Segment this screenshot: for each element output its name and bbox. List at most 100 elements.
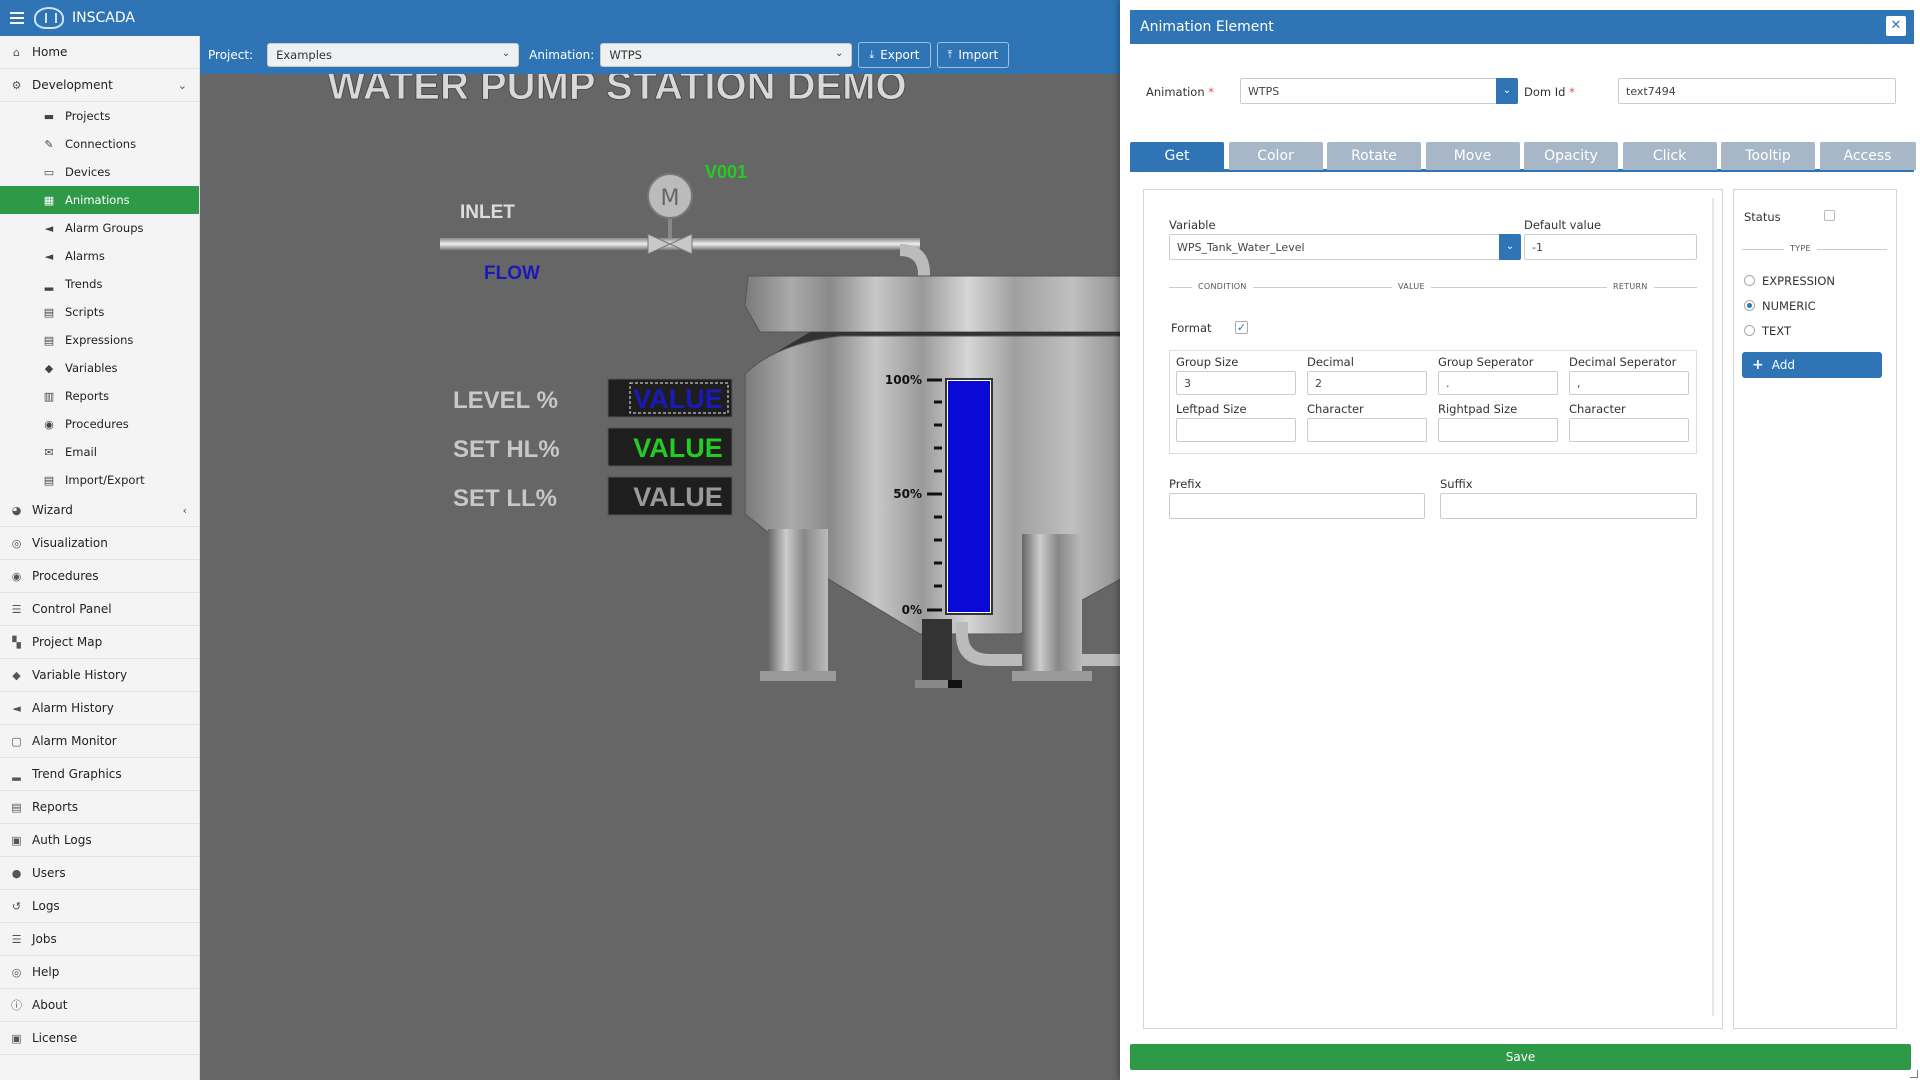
sidebar-item-home[interactable]: ⌂ Home [0, 36, 199, 69]
tags-icon: ◆ [12, 668, 21, 682]
domid-input[interactable]: text7494 [1618, 78, 1896, 104]
sidebar-item-alarms[interactable]: ◄ Alarms [0, 242, 199, 270]
sidebar-item-label: Alarm Monitor [32, 734, 117, 748]
gauge-label-100: 100% [885, 373, 922, 387]
tab-move[interactable]: Move [1425, 142, 1520, 170]
sidebar-item-users[interactable]: ● Users [0, 857, 199, 890]
sidebar-item-variable-history[interactable]: ◆ Variable History [0, 659, 199, 692]
project-select[interactable]: Examples ⌄ [267, 43, 520, 67]
sidebar-item-project-map[interactable]: ▚ Project Map [0, 626, 199, 659]
sidebar-item-scripts[interactable]: ▤ Scripts [0, 298, 199, 326]
chevron-left-icon[interactable]: ‹ [183, 504, 187, 517]
tab-tooltip[interactable]: Tooltip [1721, 142, 1815, 170]
import-button[interactable]: ⤒ Import [936, 42, 1010, 68]
sidebar-item-reports[interactable]: ▤ Reports [0, 791, 199, 824]
sidebar-item-alarm-groups[interactable]: ◄ Alarm Groups [0, 214, 199, 242]
prefix-input[interactable] [1169, 493, 1425, 519]
add-button[interactable]: + Add [1742, 352, 1882, 378]
export-button[interactable]: ⤓ Export [858, 42, 931, 68]
format-field-input[interactable]: 3 [1176, 371, 1296, 395]
home-icon: ⌂ [13, 45, 20, 59]
sidebar-item-license[interactable]: ▣ License [0, 1022, 199, 1055]
sidebar-item-procedures[interactable]: ◉ Procedures [0, 410, 199, 438]
format-field-input[interactable]: , [1569, 371, 1689, 395]
suffix-input[interactable] [1440, 493, 1697, 519]
sidebar-item-projects[interactable]: ▬ Projects [0, 102, 199, 130]
sidebar-item-connections[interactable]: ✎ Connections [0, 130, 199, 158]
sidebar-item-devices[interactable]: ▭ Devices [0, 158, 199, 186]
scrollbar[interactable] [1712, 198, 1714, 1016]
sidebar-item-label: Help [32, 965, 60, 979]
type-label-numeric: NUMERIC [1762, 299, 1816, 313]
sidebar-item-logs[interactable]: ↺ Logs [0, 890, 199, 923]
sidebar-item-alarm-history[interactable]: ◄ Alarm History [0, 692, 199, 725]
format-field-input[interactable] [1438, 418, 1558, 442]
sidebar-item-trend-graphics[interactable]: ▂ Trend Graphics [0, 758, 199, 791]
sidebar-item-label: Reports [65, 389, 110, 403]
sidebar-item-auth-logs[interactable]: ▣ Auth Logs [0, 824, 199, 857]
folder-icon: ▬ [43, 109, 55, 123]
sidebar-item-procedures[interactable]: ◉ Procedures [0, 560, 199, 593]
format-field-value: . [1446, 376, 1450, 390]
drain-valve [948, 680, 962, 688]
sidebar-item-visualization[interactable]: ◎ Visualization [0, 527, 199, 560]
resize-handle-icon[interactable] [1910, 1070, 1918, 1078]
sidebar-item-wizard[interactable]: ◕ Wizard ‹ [0, 494, 199, 527]
sidebar-item-jobs[interactable]: ☰ Jobs [0, 923, 199, 956]
type-radio-expression[interactable] [1744, 275, 1755, 286]
chevron-down-icon[interactable]: ⌄ [1496, 78, 1518, 104]
sidebar-item-help[interactable]: ◎ Help [0, 956, 199, 989]
sidebar-item-development[interactable]: ⚙ Development ⌄ [0, 69, 199, 102]
format-field-input[interactable]: 2 [1307, 371, 1427, 395]
sidebar-item-about[interactable]: ⓘ About [0, 989, 199, 1022]
animation-dropdown-value: WTPS [1248, 84, 1280, 98]
tab-click[interactable]: Click [1622, 142, 1717, 170]
sidebar-item-email[interactable]: ✉ Email [0, 438, 199, 466]
sidebar-item-trends[interactable]: ▂ Trends [0, 270, 199, 298]
tab-get[interactable]: Get [1130, 142, 1224, 170]
set-ll-value[interactable]: VALUE [633, 482, 723, 512]
variable-dropdown[interactable]: WPS_Tank_Water_Level ⌄ [1169, 234, 1521, 260]
top-header: INSCADA [0, 0, 1120, 36]
tab-color[interactable]: Color [1228, 142, 1323, 170]
type-radio-numeric[interactable] [1744, 300, 1755, 311]
sidebar-item-animations[interactable]: ▦ Animations [0, 186, 199, 214]
default-value-input[interactable]: -1 [1524, 234, 1697, 260]
chevron-down-icon[interactable]: ⌄ [1499, 234, 1521, 260]
sidebar-item-control-panel[interactable]: ☰ Control Panel [0, 593, 199, 626]
type-radio-text[interactable] [1744, 325, 1755, 336]
format-field-input[interactable] [1569, 418, 1689, 442]
valve-label: V001 [705, 162, 747, 182]
download-icon: ⤓ [869, 48, 875, 61]
animation-tabs: Get Color Rotate Move Opacity Click Tooltip Acc… [1130, 142, 1916, 172]
animation-select[interactable]: WTPS ⌄ [600, 43, 853, 67]
default-value-text: -1 [1532, 240, 1543, 254]
close-icon[interactable]: ✕ [1886, 16, 1906, 36]
set-hl-value[interactable]: VALUE [633, 433, 723, 463]
sidebar-item-import-export[interactable]: ▤ Import/Export [0, 466, 199, 494]
sidebar-item-label: Logs [32, 899, 60, 913]
id-card-icon: ▣ [11, 1031, 22, 1045]
status-checkbox[interactable] [1824, 210, 1835, 221]
tab-opacity[interactable]: Opacity [1524, 142, 1618, 170]
format-field-input[interactable] [1307, 418, 1427, 442]
sidebar-item-variables[interactable]: ◆ Variables [0, 354, 199, 382]
format-field-value: , [1577, 376, 1581, 390]
window-icon: ▢ [11, 734, 22, 748]
tab-access[interactable]: Access [1819, 142, 1916, 170]
sidebar-item-expressions[interactable]: ▤ Expressions [0, 326, 199, 354]
level-value[interactable]: VALUE [633, 384, 723, 414]
animation-dropdown[interactable]: WTPS ⌄ [1240, 78, 1518, 104]
format-field-input[interactable]: . [1438, 371, 1558, 395]
tags-icon: ◆ [44, 361, 54, 375]
format-field-input[interactable] [1176, 418, 1296, 442]
sidebar-item-label: Alarms [65, 249, 105, 263]
format-checkbox[interactable]: ✓ [1235, 321, 1248, 334]
sidebar-item-alarm-monitor[interactable]: ▢ Alarm Monitor [0, 725, 199, 758]
save-button[interactable]: Save [1130, 1044, 1911, 1070]
hamburger-menu-icon[interactable] [10, 12, 24, 24]
tab-rotate[interactable]: Rotate [1327, 142, 1421, 170]
user-icon: ● [11, 866, 22, 880]
sidebar-item-reports[interactable]: ▥ Reports [0, 382, 199, 410]
chevron-down-icon[interactable]: ⌄ [178, 79, 187, 92]
